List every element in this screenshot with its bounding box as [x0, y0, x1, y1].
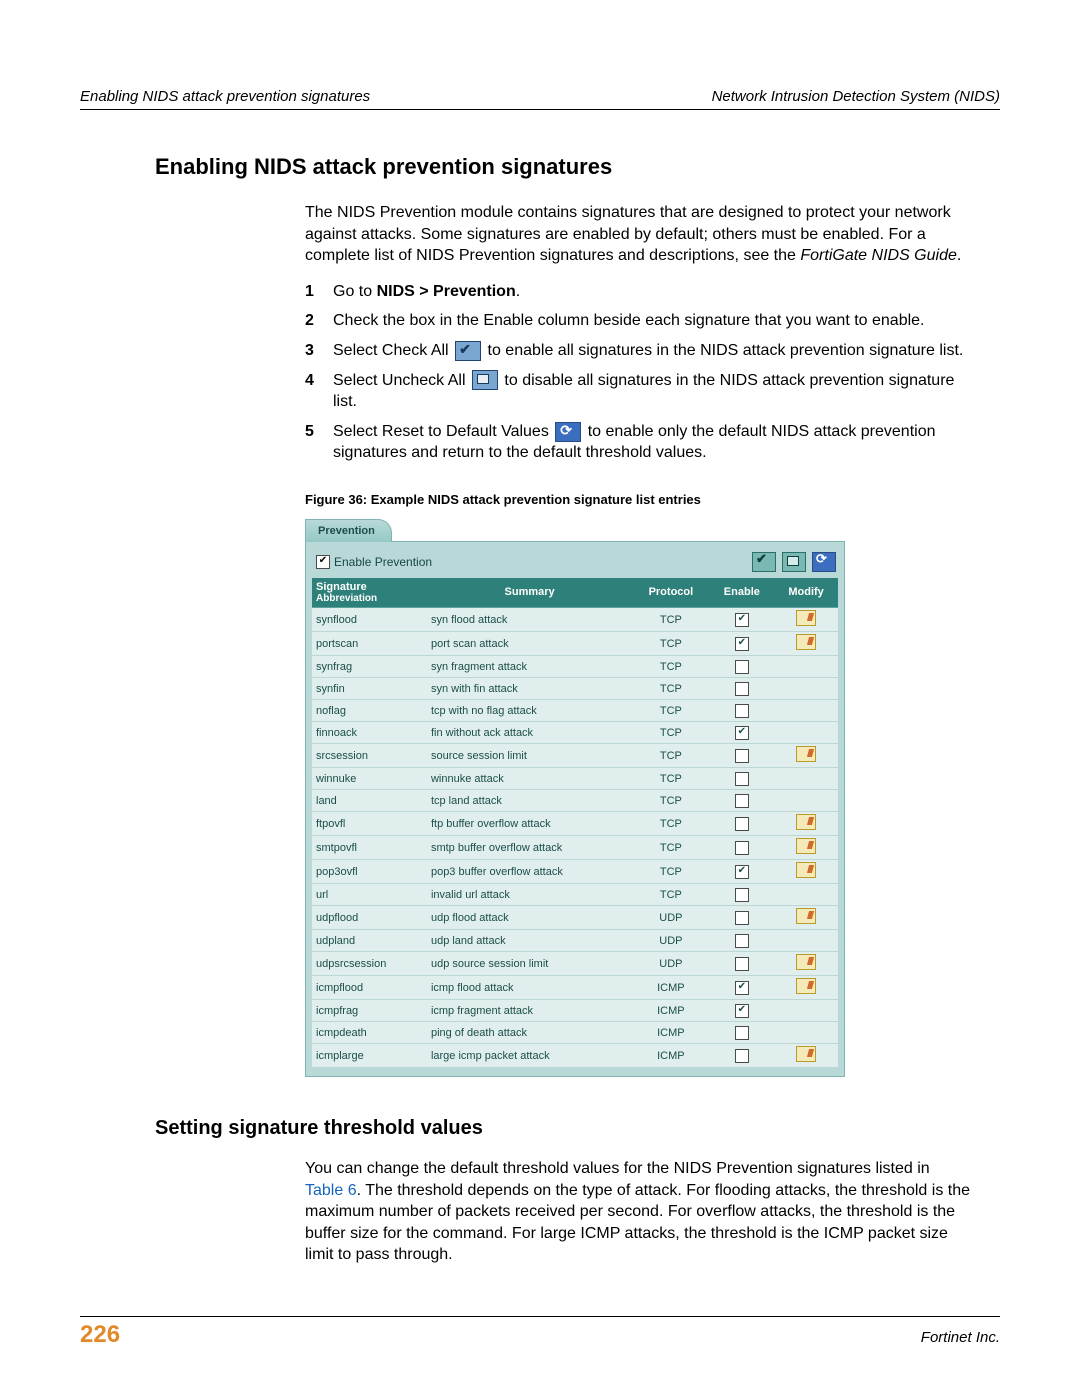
enable-prevention-label: Enable Prevention — [334, 555, 746, 569]
step-item: 2Check the box in the Enable column besi… — [305, 310, 970, 332]
enable-checkbox[interactable] — [735, 934, 749, 948]
modify-icon[interactable] — [796, 1046, 816, 1062]
fortigate-screenshot: Prevention Enable Prevention SignatureAb… — [305, 519, 845, 1077]
table-row: landtcp land attackTCP — [312, 790, 838, 812]
enable-checkbox[interactable] — [735, 888, 749, 902]
enable-prevention-checkbox[interactable] — [316, 555, 330, 569]
modify-icon[interactable] — [796, 610, 816, 626]
enable-checkbox[interactable] — [735, 660, 749, 674]
threshold-paragraph: You can change the default threshold val… — [305, 1158, 970, 1266]
modify-icon[interactable] — [796, 862, 816, 878]
enable-checkbox[interactable] — [735, 865, 749, 879]
modify-icon[interactable] — [796, 978, 816, 994]
table-row: finnoackfin without ack attackTCP — [312, 722, 838, 744]
enable-checkbox[interactable] — [735, 957, 749, 971]
uncheck-all-icon[interactable] — [782, 552, 806, 572]
enable-checkbox[interactable] — [735, 794, 749, 808]
section-title-2: Setting signature threshold values — [155, 1117, 1000, 1140]
enable-checkbox[interactable] — [735, 1004, 749, 1018]
modify-icon[interactable] — [796, 908, 816, 924]
col-summary: Summary — [427, 578, 632, 608]
check-all-icon[interactable] — [752, 552, 776, 572]
footer-company: Fortinet Inc. — [921, 1329, 1000, 1346]
figure-caption: Figure 36: Example NIDS attack preventio… — [305, 492, 970, 507]
enable-checkbox[interactable] — [735, 1026, 749, 1040]
signature-table: SignatureAbbreviation Summary Protocol E… — [312, 578, 838, 1068]
table-row: synfinsyn with fin attackTCP — [312, 678, 838, 700]
table-row: synfloodsyn flood attackTCP — [312, 608, 838, 632]
enable-checkbox[interactable] — [735, 749, 749, 763]
table-row: synfragsyn fragment attackTCP — [312, 656, 838, 678]
modify-icon[interactable] — [796, 814, 816, 830]
table-row: smtpovflsmtp buffer overflow attackTCP — [312, 836, 838, 860]
modify-icon[interactable] — [796, 634, 816, 650]
table-row: noflagtcp with no flag attackTCP — [312, 700, 838, 722]
enable-checkbox[interactable] — [735, 613, 749, 627]
step-item: 3Select Check All to enable all signatur… — [305, 340, 970, 362]
enable-checkbox[interactable] — [735, 682, 749, 696]
enable-checkbox[interactable] — [735, 637, 749, 651]
enable-checkbox[interactable] — [735, 1049, 749, 1063]
enable-checkbox[interactable] — [735, 704, 749, 718]
table-row: srcsessionsource session limitTCP — [312, 744, 838, 768]
enable-checkbox[interactable] — [735, 817, 749, 831]
step-item: 4Select Uncheck All to disable all signa… — [305, 370, 970, 413]
check-icon — [455, 341, 481, 361]
enable-checkbox[interactable] — [735, 726, 749, 740]
table-row: icmpfloodicmp flood attackICMP — [312, 976, 838, 1000]
step-item: 5Select Reset to Default Values to enabl… — [305, 421, 970, 464]
table-row: udpsrcsessionudp source session limitUDP — [312, 952, 838, 976]
col-modify: Modify — [774, 578, 838, 608]
uncheck-icon — [472, 370, 498, 390]
table-row: udplandudp land attackUDP — [312, 930, 838, 952]
intro-paragraph: The NIDS Prevention module contains sign… — [305, 202, 970, 267]
col-enable: Enable — [710, 578, 775, 608]
col-signature: SignatureAbbreviation — [312, 578, 427, 608]
enable-checkbox[interactable] — [735, 911, 749, 925]
tab-prevention[interactable]: Prevention — [305, 519, 392, 542]
page-number: 226 — [80, 1321, 120, 1349]
section-title-1: Enabling NIDS attack prevention signatur… — [155, 154, 1000, 180]
reset-icon — [555, 422, 581, 442]
reset-defaults-icon[interactable] — [812, 552, 836, 572]
enable-checkbox[interactable] — [735, 772, 749, 786]
header-right: Network Intrusion Detection System (NIDS… — [712, 88, 1000, 105]
modify-icon[interactable] — [796, 838, 816, 854]
enable-checkbox[interactable] — [735, 981, 749, 995]
table-row: icmpfragicmp fragment attackICMP — [312, 1000, 838, 1022]
header-left: Enabling NIDS attack prevention signatur… — [80, 88, 370, 105]
table-6-link[interactable]: Table 6 — [305, 1182, 357, 1199]
enable-checkbox[interactable] — [735, 841, 749, 855]
table-row: ftpovflftp buffer overflow attackTCP — [312, 812, 838, 836]
table-row: icmplargelarge icmp packet attackICMP — [312, 1044, 838, 1068]
modify-icon[interactable] — [796, 954, 816, 970]
footer: 226 Fortinet Inc. — [80, 1316, 1000, 1349]
col-protocol: Protocol — [632, 578, 709, 608]
step-item: 1Go to NIDS > Prevention. — [305, 281, 970, 303]
table-row: winnukewinnuke attackTCP — [312, 768, 838, 790]
table-row: portscanport scan attackTCP — [312, 632, 838, 656]
steps-list: 1Go to NIDS > Prevention. 2Check the box … — [305, 281, 970, 464]
table-row: udpfloodudp flood attackUDP — [312, 906, 838, 930]
modify-icon[interactable] — [796, 746, 816, 762]
table-row: icmpdeathping of death attackICMP — [312, 1022, 838, 1044]
running-header: Enabling NIDS attack prevention signatur… — [80, 88, 1000, 110]
table-row: pop3ovflpop3 buffer overflow attackTCP — [312, 860, 838, 884]
table-row: urlinvalid url attackTCP — [312, 884, 838, 906]
